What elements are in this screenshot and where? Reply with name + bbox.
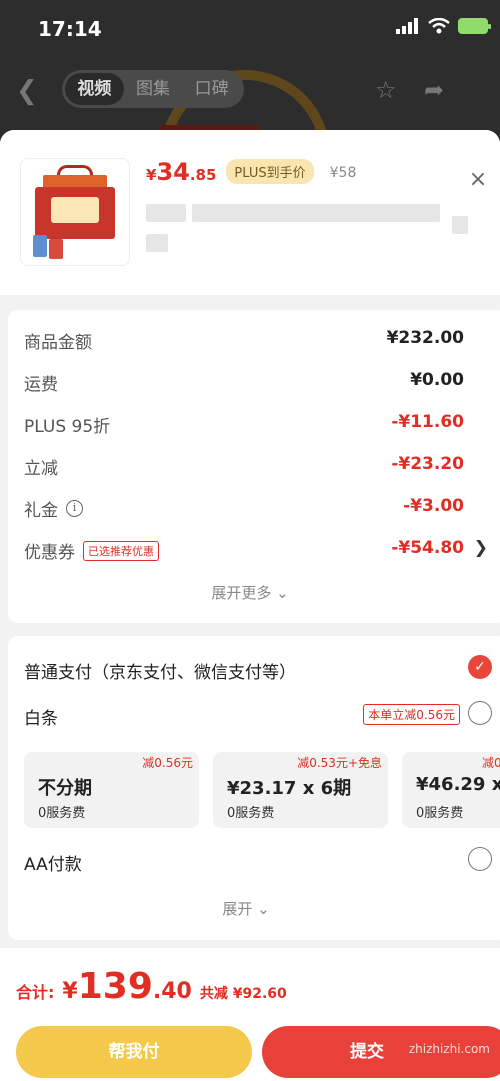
close-button[interactable]: × xyxy=(464,166,492,194)
cost-label-coupon: 优惠券 已选推荐优惠 xyxy=(24,538,159,563)
status-bar: 17:14 xyxy=(0,0,500,56)
help-pay-button[interactable]: 帮我付 xyxy=(16,1026,252,1078)
cost-row-shipping: 运费 ¥0.00 xyxy=(24,370,492,400)
total-saved: 共减 ¥92.60 xyxy=(199,986,287,1002)
payment-methods: 普通支付（京东支付、微信支付等） ✓ 白条 本单立减0.56元 减0.56元 不… xyxy=(8,636,500,940)
watermark: zhizhizhi.com xyxy=(408,1042,490,1056)
installment-fee: 0服务费 xyxy=(227,806,275,821)
cost-label: 运费 xyxy=(24,375,58,395)
battery-icon xyxy=(458,18,491,34)
cost-value: -¥3.00 xyxy=(403,496,464,516)
order-total: 合计: ¥ 139 .40 共减 ¥92.60 xyxy=(16,966,287,1007)
chevron-right-icon: ❯ xyxy=(473,538,488,558)
total-label: 合计: xyxy=(16,983,55,1002)
wifi-icon xyxy=(428,18,450,34)
payment-label: AA付款 xyxy=(24,855,82,875)
cost-label-gift: 礼金 i xyxy=(24,496,83,521)
gift-box-label xyxy=(51,197,99,223)
installment-option[interactable]: 减0.53元+免息 ¥23.17 x 6期 0服务费 xyxy=(213,752,388,828)
cost-value: ¥232.00 xyxy=(386,328,464,348)
tab-video[interactable]: 视频 xyxy=(65,73,124,105)
expand-payment-label: 展开 xyxy=(222,900,253,918)
share-icon[interactable]: ➦ xyxy=(424,76,444,104)
cost-label: 商品金额 xyxy=(24,333,92,353)
blurred-title xyxy=(146,234,168,252)
chevron-down-icon: ⌄ xyxy=(257,900,270,918)
milk-carton xyxy=(49,239,63,259)
installment-title: ¥46.29 x xyxy=(416,774,500,795)
checked-icon[interactable]: ✓ xyxy=(468,655,492,679)
cost-value: -¥23.20 xyxy=(391,454,464,474)
star-icon[interactable]: ☆ xyxy=(375,76,397,104)
tab-reviews[interactable]: 口碑 xyxy=(182,73,241,105)
gift-money-label: 礼金 xyxy=(24,501,58,521)
product-nav: ❮ 视频 图集 口碑 ☆ ➦ xyxy=(0,68,500,110)
installment-fee: 0服务费 xyxy=(416,806,464,821)
unchecked-icon[interactable] xyxy=(468,847,492,871)
cost-value: -¥54.80 xyxy=(391,538,464,558)
price-currency: ¥ xyxy=(146,166,157,184)
cost-row-gift-money[interactable]: 礼金 i -¥3.00 xyxy=(24,496,492,526)
installment-title: 不分期 xyxy=(38,778,92,799)
expand-more-button[interactable]: 展开更多 ⌄ xyxy=(8,582,492,603)
installment-tag: 减0.56元 xyxy=(142,756,193,770)
installment-option[interactable]: 减0.56元 不分期 0服务费 xyxy=(24,752,199,828)
info-icon[interactable]: i xyxy=(66,500,83,517)
original-price: ¥58 xyxy=(329,165,357,181)
cost-value: ¥0.00 xyxy=(410,370,464,390)
total-currency: ¥ xyxy=(62,979,78,1004)
payment-label: 白条 xyxy=(24,709,58,729)
installment-title: ¥23.17 x 6期 xyxy=(227,778,352,799)
cost-row-instant-discount: 立减 -¥23.20 xyxy=(24,454,492,484)
unchecked-icon[interactable] xyxy=(468,701,492,725)
installment-fee: 0服务费 xyxy=(38,806,86,821)
plus-price-badge: PLUS到手价 xyxy=(226,159,314,184)
status-time: 17:14 xyxy=(38,17,102,41)
back-icon[interactable]: ❮ xyxy=(16,76,38,106)
cost-value: -¥11.60 xyxy=(391,412,464,432)
media-tabs: 视频 图集 口碑 xyxy=(62,70,244,108)
coupon-recommended-tag: 已选推荐优惠 xyxy=(83,540,159,561)
checkout-sheet: ¥ 34 .85 PLUS到手价 ¥58 × 商品金额 ¥232.00 运费 ¥… xyxy=(0,130,500,1081)
expand-payment-button[interactable]: 展开 ⌄ xyxy=(8,898,484,919)
tab-gallery[interactable]: 图集 xyxy=(124,73,183,105)
cost-row-coupon[interactable]: 优惠券 已选推荐优惠 -¥54.80 ❯ xyxy=(24,538,492,568)
baitiao-promo-tag: 本单立减0.56元 xyxy=(363,704,460,725)
price-decimal: .85 xyxy=(189,166,217,184)
cost-label: 立减 xyxy=(24,459,58,479)
payment-option-baitiao[interactable]: 白条 本单立减0.56元 xyxy=(24,701,500,734)
chevron-down-icon: ⌄ xyxy=(276,584,289,602)
product-price: ¥ 34 .85 PLUS到手价 ¥58 xyxy=(146,158,356,187)
cost-breakdown: 商品金额 ¥232.00 运费 ¥0.00 PLUS 95折 -¥11.60 立… xyxy=(8,310,500,623)
product-summary: ¥ 34 .85 PLUS到手价 ¥58 × xyxy=(0,130,500,295)
total-decimal: .40 xyxy=(152,979,192,1004)
installment-tag: 减0. xyxy=(482,756,500,770)
cost-row-plus-discount: PLUS 95折 -¥11.60 xyxy=(24,412,492,442)
installment-tag: 减0.53元+免息 xyxy=(297,756,382,770)
status-icons xyxy=(396,18,491,34)
cost-row-goods: 商品金额 ¥232.00 xyxy=(24,328,492,358)
checkout-bar: 合计: ¥ 139 .40 共减 ¥92.60 帮我付 提交 xyxy=(0,948,500,1081)
product-thumbnail xyxy=(20,158,130,266)
payment-label: 普通支付（京东支付、微信支付等） xyxy=(24,663,296,683)
blurred-title xyxy=(146,204,186,222)
milk-carton xyxy=(33,235,47,257)
payment-option-aa[interactable]: AA付款 xyxy=(24,847,500,880)
total-integer: 139 xyxy=(77,966,153,1007)
expand-more-label: 展开更多 xyxy=(211,584,272,602)
installment-option[interactable]: 减0. ¥46.29 x 0服务费 xyxy=(402,752,500,828)
payment-option-normal[interactable]: 普通支付（京东支付、微信支付等） ✓ xyxy=(24,655,500,688)
coupon-label: 优惠券 xyxy=(24,543,75,563)
blurred-title xyxy=(192,204,440,222)
signal-icon xyxy=(396,18,418,34)
price-integer: 34 xyxy=(156,158,190,186)
blurred-title xyxy=(452,216,468,234)
cost-label: PLUS 95折 xyxy=(24,417,111,437)
installment-options: 减0.56元 不分期 0服务费 减0.53元+免息 ¥23.17 x 6期 0服… xyxy=(24,752,500,832)
